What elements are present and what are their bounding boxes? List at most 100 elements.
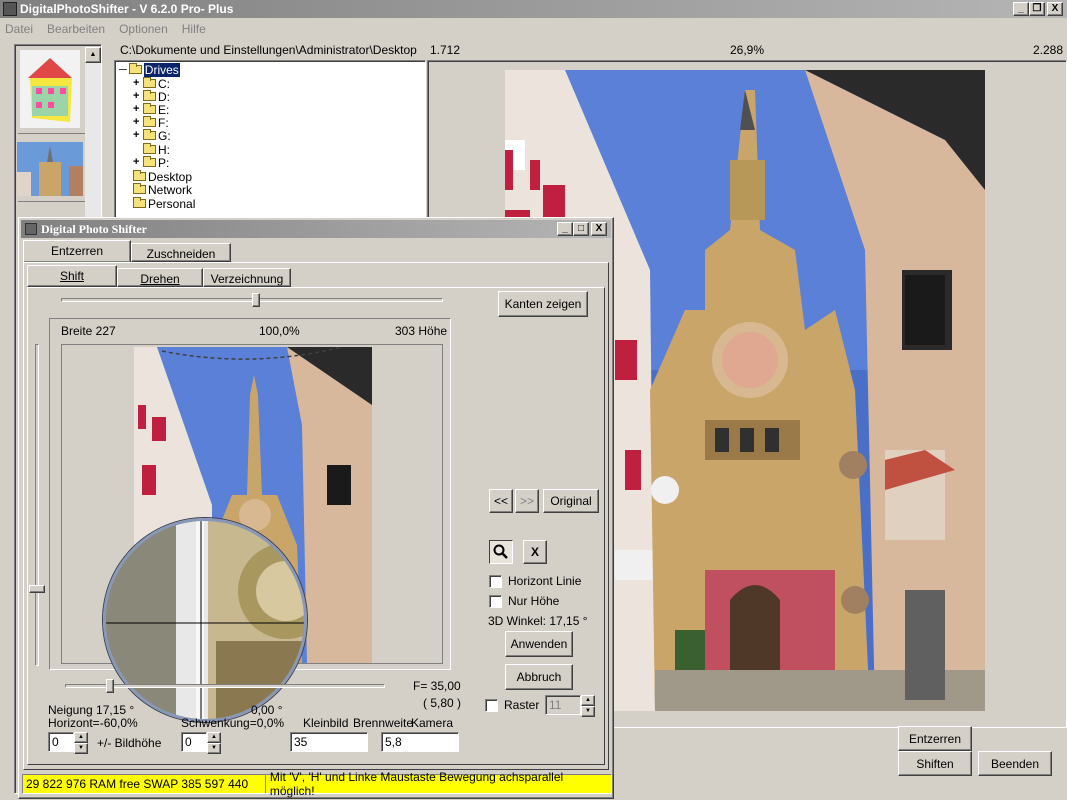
- preview-height-label: 303 Höhe: [395, 324, 448, 338]
- 3d-winkel-label: 3D Winkel: 17,15 °: [488, 614, 588, 628]
- folder-icon: [133, 170, 146, 181]
- horizont-label: Horizont=-60,0%: [48, 716, 138, 730]
- thumbnail-1[interactable]: [20, 50, 80, 128]
- preview-vertical-slider-thumb[interactable]: [29, 584, 45, 593]
- photo-shifter-dialog: Digital Photo Shifter _ □ X Entzerren Zu…: [18, 217, 614, 799]
- tree-folder-network[interactable]: Network: [133, 183, 192, 197]
- scroll-up-button[interactable]: ▲: [85, 47, 101, 63]
- tree-root-label: Drives: [143, 62, 180, 77]
- preview-vertical-slider-track[interactable]: [35, 344, 39, 666]
- close-magnifier-button[interactable]: X: [523, 540, 547, 564]
- raster-value[interactable]: 11: [545, 695, 581, 715]
- magnifier-icon: [493, 544, 508, 559]
- kanten-zeigen-button[interactable]: Kanten zeigen: [498, 291, 588, 317]
- dialog-close-button[interactable]: X: [591, 222, 607, 236]
- menu-bearbeiten[interactable]: Bearbeiten: [47, 22, 105, 36]
- spin-up-icon[interactable]: ▲: [207, 732, 221, 743]
- schwenkung-spinner[interactable]: 0 ▲ ▼: [181, 732, 221, 754]
- expand-icon[interactable]: +: [133, 78, 142, 89]
- tree-folder-personal[interactable]: Personal: [133, 197, 195, 211]
- restore-button[interactable]: ❐: [1029, 2, 1045, 16]
- magnifier-content-image: [106, 521, 304, 719]
- dialog-title-bar: Digital Photo Shifter _ □ X: [21, 220, 611, 238]
- preview-width-label: Breite 227: [61, 324, 116, 338]
- abbruch-button[interactable]: Abbruch: [505, 664, 573, 690]
- tab-drehen[interactable]: Drehen: [117, 268, 203, 287]
- menu-optionen[interactable]: Optionen: [119, 22, 168, 36]
- status-memory: 29 822 976 RAM free SWAP 385 597 440: [23, 775, 266, 793]
- focal-length-sub-label: ( 5,80 ): [423, 696, 462, 710]
- expand-icon[interactable]: +: [133, 104, 142, 115]
- magnifier-toggle-button[interactable]: [489, 540, 513, 564]
- spin-down-icon[interactable]: ▼: [207, 743, 221, 754]
- expand-icon[interactable]: +: [133, 117, 142, 128]
- folder-tree[interactable]: ─ Drives + C: + D: + E: + F: + G: H: + P: Desk…: [114, 60, 426, 220]
- next-button[interactable]: >>: [515, 489, 539, 513]
- menu-bar: Datei Bearbeiten Optionen Hilfe: [0, 20, 1067, 38]
- tree-drive-e[interactable]: + E:: [133, 103, 169, 117]
- kamera-label: Kamera: [411, 716, 454, 730]
- current-path: C:\Dokumente und Einstellungen\Administr…: [120, 43, 417, 57]
- expand-icon[interactable]: +: [133, 130, 142, 141]
- spin-up-icon[interactable]: ▲: [74, 732, 88, 743]
- schwenkung-label: Schwenkung=0,0%: [181, 716, 285, 730]
- folder-icon: [143, 77, 156, 88]
- app-icon: [3, 2, 17, 16]
- close-button[interactable]: X: [1047, 2, 1063, 16]
- preview-horizontal-slider-thumb[interactable]: [251, 293, 260, 307]
- tab-shift[interactable]: Shift: [27, 265, 117, 287]
- tree-root-drives[interactable]: ─ Drives: [119, 62, 180, 77]
- schwenkung-value[interactable]: 0: [181, 732, 207, 752]
- thumbnail-church-image: [17, 142, 83, 196]
- entzerren-button[interactable]: Entzerren: [898, 726, 972, 751]
- kleinbild-input[interactable]: 35: [290, 732, 368, 752]
- checkbox-box[interactable]: [485, 698, 498, 712]
- minimize-button[interactable]: _: [1013, 2, 1029, 16]
- checkbox-box[interactable]: [489, 574, 502, 588]
- thumbnail-2[interactable]: [17, 142, 83, 196]
- spin-down-icon[interactable]: ▼: [74, 743, 88, 754]
- expand-icon[interactable]: +: [133, 157, 142, 168]
- bildhoehe-spinner[interactable]: 0 ▲ ▼: [48, 732, 88, 754]
- folder-icon: [133, 183, 146, 194]
- tree-drive-p[interactable]: + P:: [133, 156, 169, 170]
- tab-entzerren[interactable]: Entzerren: [23, 240, 131, 262]
- tree-drive-c[interactable]: + C:: [133, 77, 170, 91]
- shiften-button[interactable]: Shiften: [898, 751, 972, 776]
- folder-icon: [143, 129, 156, 140]
- status-hint: Mit 'V', 'H' und Linke Maustaste Bewegun…: [269, 770, 564, 798]
- anwenden-button[interactable]: Anwenden: [505, 631, 573, 657]
- dialog-maximize-button[interactable]: □: [573, 222, 589, 236]
- original-button[interactable]: Original: [543, 489, 599, 513]
- image-height-value: 2.288: [1033, 43, 1064, 57]
- dialog-minimize-button[interactable]: _: [557, 222, 573, 236]
- horizont-linie-checkbox[interactable]: Horizont Linie: [489, 574, 581, 588]
- nur-hoehe-checkbox[interactable]: Nur Höhe: [489, 594, 559, 608]
- menu-hilfe[interactable]: Hilfe: [182, 22, 206, 36]
- spin-down-icon[interactable]: ▼: [581, 706, 595, 717]
- menu-datei[interactable]: Datei: [5, 22, 33, 36]
- raster-spinner[interactable]: 11 ▲ ▼: [545, 695, 595, 717]
- checkbox-box[interactable]: [489, 594, 502, 608]
- neigung-label: Neigung 17,15 °: [48, 703, 135, 717]
- raster-checkbox[interactable]: Raster: [485, 698, 539, 712]
- kamera-input[interactable]: 5,8: [381, 732, 459, 752]
- bildhoehe-value[interactable]: 0: [48, 732, 74, 752]
- expand-icon[interactable]: +: [133, 91, 142, 102]
- folder-open-icon: [128, 63, 142, 74]
- thumbnail-house-image: [20, 50, 80, 128]
- previous-button[interactable]: <<: [489, 489, 513, 513]
- tree-drive-h[interactable]: H:: [143, 143, 170, 157]
- beenden-button[interactable]: Beenden: [978, 751, 1052, 776]
- tab-verzeichnung[interactable]: Verzeichnung: [203, 268, 291, 287]
- neigung-slider-thumb[interactable]: [105, 679, 114, 693]
- folder-icon: [133, 197, 146, 208]
- tree-drive-f[interactable]: + F:: [133, 116, 169, 130]
- spin-up-icon[interactable]: ▲: [581, 695, 595, 706]
- tree-drive-d[interactable]: + D:: [133, 90, 170, 104]
- schwenkung-degree-label: 0,00 °: [251, 703, 283, 717]
- tree-drive-g[interactable]: + G:: [133, 129, 171, 143]
- tree-folder-desktop[interactable]: Desktop: [133, 170, 192, 184]
- folder-icon: [143, 116, 156, 127]
- tab-zuschneiden[interactable]: Zuschneiden: [131, 243, 231, 262]
